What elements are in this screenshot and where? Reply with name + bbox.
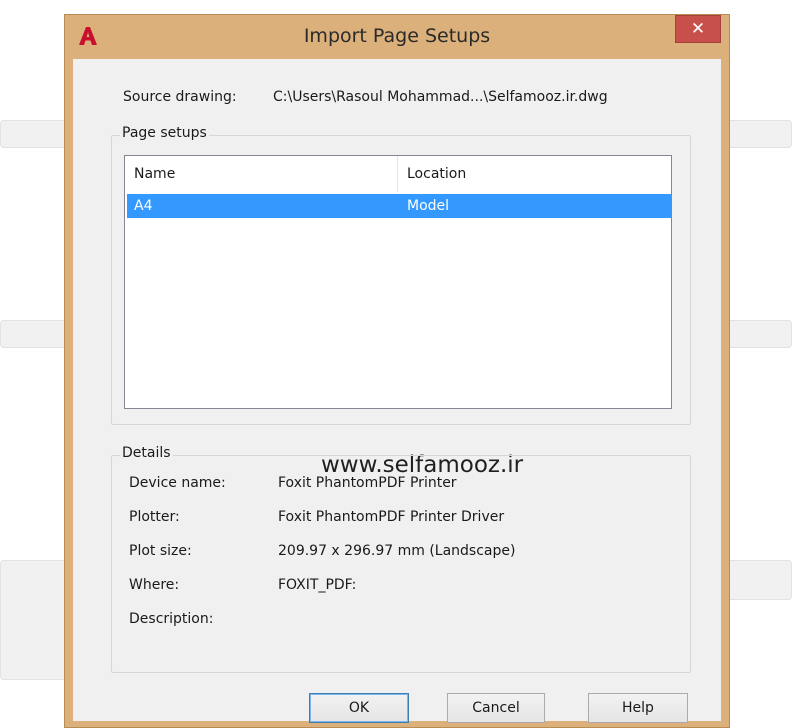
source-drawing-label: Source drawing: bbox=[123, 89, 237, 105]
page-setups-group-label: Page setups bbox=[120, 125, 209, 141]
column-header-location[interactable]: Location bbox=[407, 166, 466, 182]
dialog-body: Source drawing: C:\Users\Rasoul Mohammad… bbox=[73, 59, 721, 723]
import-page-setups-dialog: Import Page Setups ✕ Source drawing: C:\… bbox=[64, 14, 730, 728]
where-value: FOXIT_PDF: bbox=[278, 577, 357, 593]
row-location-cell: Model bbox=[407, 198, 450, 214]
source-drawing-path: C:\Users\Rasoul Mohammad...\Selfamooz.ir… bbox=[273, 89, 608, 105]
background-panel bbox=[0, 120, 72, 148]
cancel-button[interactable]: Cancel bbox=[447, 693, 545, 723]
background-panel bbox=[0, 320, 72, 348]
dialog-title: Import Page Setups bbox=[303, 25, 491, 47]
plot-size-value: 209.97 x 296.97 mm (Landscape) bbox=[278, 543, 516, 559]
close-button[interactable]: ✕ bbox=[675, 15, 721, 43]
background-panel bbox=[0, 560, 72, 680]
close-icon: ✕ bbox=[690, 19, 706, 39]
page-setups-list[interactable]: Name Location A4 Model www.selfamooz.ir bbox=[124, 155, 672, 478]
ok-button[interactable]: OK bbox=[309, 693, 409, 723]
plot-size-label: Plot size: bbox=[129, 543, 192, 559]
list-header: Name Location bbox=[125, 156, 671, 192]
list-row-selected[interactable]: A4 Model bbox=[127, 194, 671, 218]
description-label: Description: bbox=[129, 611, 214, 627]
details-group-label: Details bbox=[120, 445, 173, 461]
device-name-value: Foxit PhantomPDF Printer bbox=[278, 475, 457, 491]
plotter-label: Plotter: bbox=[129, 509, 180, 525]
row-name-cell: A4 bbox=[134, 198, 153, 214]
column-divider[interactable] bbox=[397, 156, 398, 192]
column-header-name[interactable]: Name bbox=[134, 166, 175, 182]
device-name-label: Device name: bbox=[129, 475, 226, 491]
help-button[interactable]: Help bbox=[588, 693, 688, 723]
where-label: Where: bbox=[129, 577, 180, 593]
plotter-value: Foxit PhantomPDF Printer Driver bbox=[278, 509, 505, 525]
title-bar[interactable]: Import Page Setups ✕ bbox=[65, 15, 729, 59]
